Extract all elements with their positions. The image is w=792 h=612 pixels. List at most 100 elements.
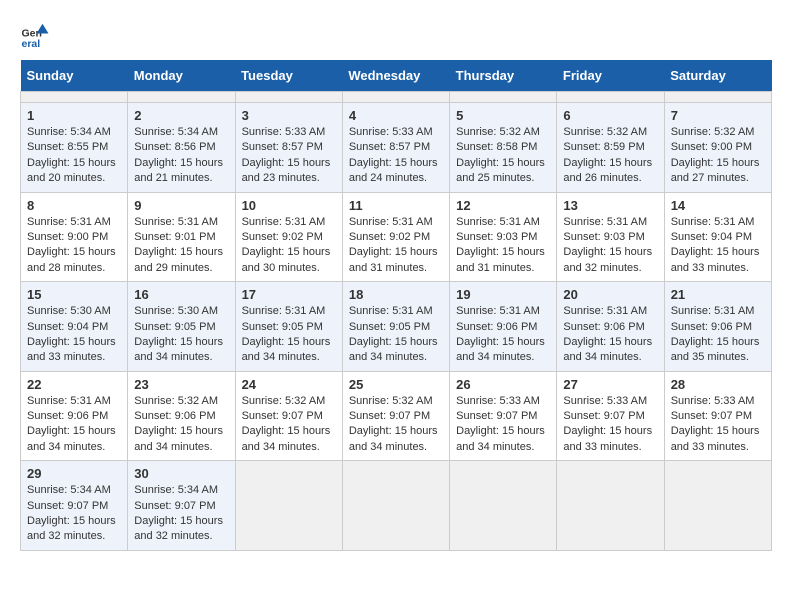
day-cell: 2Sunrise: 5:34 AMSunset: 8:56 PMDaylight…: [128, 103, 235, 193]
daylight-text: Daylight: 15 hours and 32 minutes.: [563, 246, 652, 273]
day-number: 22: [27, 377, 121, 392]
day-number: 28: [671, 377, 765, 392]
day-cell: 22 Sunrise: 5:31 AMSunset: 9:06 PMDayligh…: [21, 371, 128, 461]
cell-info: Sunrise: 5:31 AMSunset: 9:01 PMDaylight:…: [134, 215, 228, 277]
daylight-text: Daylight: 15 hours and 34 minutes.: [456, 336, 545, 363]
day-cell: 30 Sunrise: 5:34 AMSunset: 9:07 PMDayligh…: [128, 461, 235, 551]
day-cell: 4Sunrise: 5:33 AMSunset: 8:57 PMDaylight…: [342, 103, 449, 193]
daylight-text: Daylight: 15 hours and 28 minutes.: [27, 246, 116, 273]
empty-cell: [235, 461, 342, 551]
calendar-week-row: 29Sunrise: 5:34 AMSunset: 9:07 PMDayligh…: [21, 461, 772, 551]
sunset-text: Sunset: 9:07 PM: [563, 410, 644, 422]
daylight-text: Daylight: 15 hours and 33 minutes.: [671, 246, 760, 273]
cell-info: Sunrise: 5:31 AMSunset: 9:04 PMDaylight:…: [671, 215, 765, 277]
weekday-header-thursday: Thursday: [450, 60, 557, 92]
daylight-text: Daylight: 15 hours and 20 minutes.: [27, 157, 116, 184]
sunset-text: Sunset: 8:55 PM: [27, 141, 108, 153]
day-number: 1: [27, 108, 121, 123]
day-cell: 20Sunrise: 5:31 AMSunset: 9:06 PMDayligh…: [557, 282, 664, 372]
weekday-header-row: SundayMondayTuesdayWednesdayThursdayFrid…: [21, 60, 772, 92]
day-number: 16: [134, 287, 228, 302]
sunset-text: Sunset: 9:00 PM: [671, 141, 752, 153]
day-cell: 13Sunrise: 5:31 AMSunset: 9:03 PMDayligh…: [557, 192, 664, 282]
cell-info: Sunrise: 5:31 AMSunset: 9:02 PMDaylight:…: [242, 215, 336, 277]
empty-cell: [21, 92, 128, 103]
daylight-text: Daylight: 15 hours and 35 minutes.: [671, 336, 760, 363]
header: Gen eral: [20, 20, 772, 50]
sunrise-text: Sunrise: 5:32 AM: [134, 395, 218, 407]
day-number: 18: [349, 287, 443, 302]
sunrise-text: Sunrise: 5:33 AM: [563, 395, 647, 407]
day-cell: 19Sunrise: 5:31 AMSunset: 9:06 PMDayligh…: [450, 282, 557, 372]
daylight-text: Daylight: 15 hours and 34 minutes.: [134, 425, 223, 452]
day-number: 9: [134, 198, 228, 213]
daylight-text: Daylight: 15 hours and 34 minutes.: [27, 425, 116, 452]
daylight-text: Daylight: 15 hours and 21 minutes.: [134, 157, 223, 184]
cell-info: Sunrise: 5:31 AM Sunset: 9:03 PM Daylight:…: [563, 215, 657, 277]
weekday-header-wednesday: Wednesday: [342, 60, 449, 92]
day-cell: 27Sunrise: 5:33 AMSunset: 9:07 PMDayligh…: [557, 371, 664, 461]
cell-info: Sunrise: 5:31 AMSunset: 9:05 PMDaylight:…: [349, 304, 443, 366]
daylight-text: Daylight: 15 hours and 32 minutes.: [27, 515, 116, 542]
day-number: 11: [349, 198, 443, 213]
daylight-text: Daylight: 15 hours and 23 minutes.: [242, 157, 331, 184]
cell-info: Sunrise: 5:33 AMSunset: 9:07 PMDaylight:…: [671, 394, 765, 456]
sunset-text: Sunset: 9:05 PM: [134, 321, 215, 333]
daylight-text: Daylight: 15 hours and 24 minutes.: [349, 157, 438, 184]
daylight-text: Daylight: 15 hours and 34 minutes.: [242, 425, 331, 452]
cell-info: Sunrise: 5:31 AMSunset: 9:06 PMDaylight:…: [27, 394, 121, 456]
sunrise-text: Sunrise: 5:31 AM: [349, 305, 433, 317]
sunset-text: Sunset: 8:59 PM: [563, 141, 644, 153]
weekday-header-saturday: Saturday: [664, 60, 771, 92]
sunrise-text: Sunrise: 5:31 AM: [456, 216, 540, 228]
cell-info: Sunrise: 5:33 AMSunset: 8:57 PMDaylight:…: [349, 125, 443, 187]
day-number: 5: [456, 108, 550, 123]
sunset-text: Sunset: 9:03 PM: [456, 231, 537, 243]
logo: Gen eral: [20, 20, 55, 50]
day-number: 8: [27, 198, 121, 213]
empty-cell: [450, 461, 557, 551]
calendar-week-row: 8Sunrise: 5:31 AMSunset: 9:00 PMDaylight…: [21, 192, 772, 282]
sunset-text: Sunset: 9:06 PM: [671, 321, 752, 333]
daylight-text: Daylight: 15 hours and 27 minutes.: [671, 157, 760, 184]
cell-info: Sunrise: 5:33 AMSunset: 9:07 PMDaylight:…: [456, 394, 550, 456]
cell-info: Sunrise: 5:34 AMSunset: 9:07 PMDaylight:…: [134, 483, 228, 545]
sunset-text: Sunset: 9:06 PM: [27, 410, 108, 422]
day-number: 27: [563, 377, 657, 392]
daylight-text: Daylight: 15 hours and 26 minutes.: [563, 157, 652, 184]
sunrise-text: Sunrise: 5:31 AM: [242, 216, 326, 228]
sunrise-text: Sunrise: 5:31 AM: [349, 216, 433, 228]
daylight-text: Daylight: 15 hours and 31 minutes.: [349, 246, 438, 273]
cell-info: Sunrise: 5:32 AMSunset: 9:07 PMDaylight:…: [349, 394, 443, 456]
day-cell: 5Sunrise: 5:32 AMSunset: 8:58 PMDaylight…: [450, 103, 557, 193]
sunset-text: Sunset: 9:07 PM: [27, 500, 108, 512]
sunset-text: Sunset: 9:07 PM: [456, 410, 537, 422]
sunrise-text: Sunrise: 5:31 AM: [242, 305, 326, 317]
cell-info: Sunrise: 5:30 AMSunset: 9:04 PMDaylight:…: [27, 304, 121, 366]
cell-info: Sunrise: 5:30 AMSunset: 9:05 PMDaylight:…: [134, 304, 228, 366]
daylight-text: Daylight: 15 hours and 31 minutes.: [456, 246, 545, 273]
cell-info: Sunrise: 5:31 AM Sunset: 9:03 PM Daylight:…: [456, 215, 550, 277]
day-number: 24: [242, 377, 336, 392]
daylight-text: Daylight: 15 hours and 34 minutes.: [456, 425, 545, 452]
empty-cell: [557, 461, 664, 551]
sunrise-text: Sunrise: 5:31 AM: [563, 216, 647, 228]
sunset-text: Sunset: 9:07 PM: [349, 410, 430, 422]
empty-cell: [664, 461, 771, 551]
day-number: 6: [563, 108, 657, 123]
day-number: 26: [456, 377, 550, 392]
day-number: 19: [456, 287, 550, 302]
page-container: Gen eral SundayMondayTuesdayWednesdayThu…: [20, 20, 772, 551]
weekday-header-friday: Friday: [557, 60, 664, 92]
sunrise-text: Sunrise: 5:32 AM: [563, 126, 647, 138]
sunset-text: Sunset: 9:07 PM: [242, 410, 323, 422]
day-number: 30: [134, 466, 228, 481]
calendar-week-row: 22 Sunrise: 5:31 AMSunset: 9:06 PMDayligh…: [21, 371, 772, 461]
daylight-text: Daylight: 15 hours and 34 minutes.: [349, 336, 438, 363]
day-cell: 12Sunrise: 5:31 AMSunset: 9:03 PMDayligh…: [450, 192, 557, 282]
sunset-text: Sunset: 9:02 PM: [242, 231, 323, 243]
sunset-text: Sunset: 9:03 PM: [563, 231, 644, 243]
sunrise-text: Sunrise: 5:33 AM: [242, 126, 326, 138]
day-cell: 1Sunrise: 5:34 AMSunset: 8:55 PMDaylight…: [21, 103, 128, 193]
sunrise-text: Sunrise: 5:31 AM: [563, 305, 647, 317]
